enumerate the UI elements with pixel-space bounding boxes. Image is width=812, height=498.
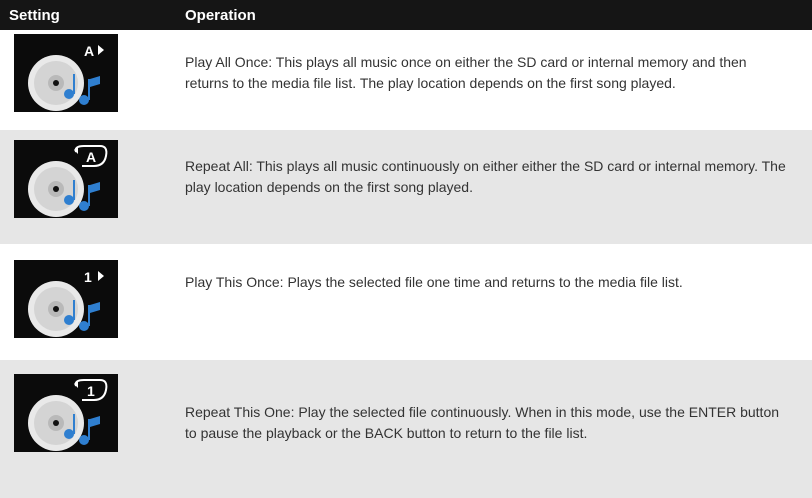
mode-glyph: 1 <box>87 383 95 399</box>
column-header-operation: Operation <box>185 7 256 24</box>
repeat-all-icon: A <box>14 140 118 218</box>
table-header: Setting Operation <box>0 0 812 30</box>
table-row: A Repeat All: This plays all music conti… <box>0 130 812 244</box>
table-row: A Play All Once: This plays all music on… <box>0 30 812 116</box>
table-row: 1 Play This Once: Plays the selected fil… <box>0 246 812 356</box>
row-description: Play This Once: Plays the selected file … <box>185 274 683 290</box>
row-description: Repeat This One: Play the selected file … <box>185 404 780 441</box>
play-this-once-icon: 1 <box>14 260 118 338</box>
mode-glyph: 1 <box>84 269 92 285</box>
table-row: 1 Repeat This One: Play the selected fil… <box>0 360 812 498</box>
column-header-setting: Setting <box>9 7 60 24</box>
row-description: Repeat All: This plays all music continu… <box>185 158 786 195</box>
mode-glyph: A <box>86 149 96 165</box>
mode-glyph: A <box>84 43 94 59</box>
repeat-this-one-icon: 1 <box>14 374 118 452</box>
play-all-once-icon: A <box>14 34 118 112</box>
row-description: Play All Once: This plays all music once… <box>185 54 747 91</box>
